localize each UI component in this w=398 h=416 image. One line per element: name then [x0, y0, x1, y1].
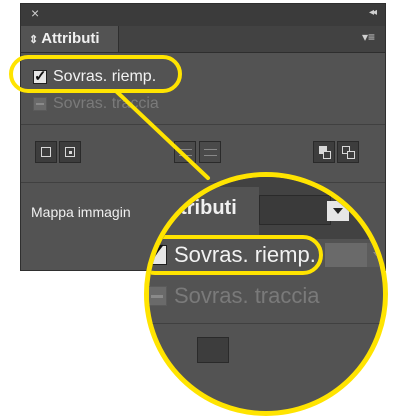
magnified-overprint-stroke: Sovras. traccia: [149, 283, 320, 309]
magnified-button: [197, 337, 229, 363]
chevron-down-icon: [327, 201, 349, 221]
magnified-field: [259, 195, 331, 225]
magnified-field: [325, 243, 369, 267]
highlight-outline: [149, 235, 323, 275]
magnified-overprint-stroke-label: Sovras. traccia: [174, 283, 320, 308]
divider: [149, 323, 383, 324]
magnifier-callout: Attributi Sovras. riemp. Sovras. traccia: [144, 172, 388, 416]
magnified-tab-label: Attributi: [149, 187, 259, 239]
globe-icon: [361, 201, 379, 219]
magnified-checkbox: [149, 286, 167, 306]
